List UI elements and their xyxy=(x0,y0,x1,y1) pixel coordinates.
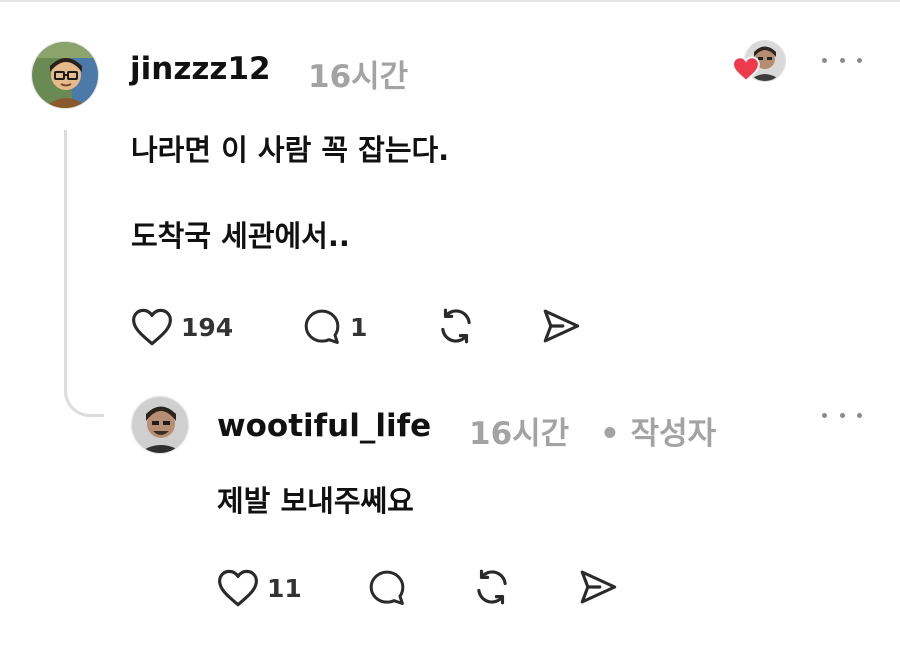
send-icon xyxy=(543,309,580,343)
comment-username[interactable]: jinzzz12 xyxy=(130,51,271,87)
thread-connector-line xyxy=(64,130,104,417)
more-dots-icon[interactable] xyxy=(822,50,862,70)
top-divider xyxy=(0,0,900,2)
reply-like-count: 11 xyxy=(267,573,302,603)
avatar-jinzzz12[interactable] xyxy=(31,41,99,109)
reply-count: 1 xyxy=(350,312,368,342)
speech-bubble-icon xyxy=(304,309,340,344)
repost-icon xyxy=(441,308,471,344)
comment-text-line-2: 도착국 세관에서.. xyxy=(131,219,350,253)
red-heart-icon xyxy=(732,56,760,82)
comment-text-line-1: 나라면 이 사람 꼭 잡는다. xyxy=(131,133,450,167)
liked-by-author-indicator xyxy=(732,40,786,82)
like-button[interactable]: 194 xyxy=(131,307,233,347)
like-count: 194 xyxy=(181,312,234,342)
reply-text: 제발 보내주쎄요 xyxy=(217,484,414,518)
reply-username[interactable]: wootiful_life xyxy=(217,408,431,444)
reply-button[interactable]: 1 xyxy=(302,307,367,347)
reply-more-dots-icon[interactable] xyxy=(822,405,862,425)
reply-timestamp: 16시간 xyxy=(469,416,570,452)
speech-bubble-icon xyxy=(369,570,405,605)
heart-outline-icon xyxy=(132,308,172,346)
send-icon xyxy=(580,570,617,604)
avatar-wootiful_life[interactable] xyxy=(131,396,189,454)
repost-icon xyxy=(477,569,507,605)
repost-button[interactable] xyxy=(435,305,477,347)
reply-share-button[interactable] xyxy=(577,566,619,608)
reply-reply-button[interactable] xyxy=(367,568,407,608)
comment-timestamp: 16시간 xyxy=(308,59,409,95)
reply-like-button[interactable]: 11 xyxy=(217,568,302,608)
author-badge: • 작성자 xyxy=(600,416,717,452)
share-button[interactable] xyxy=(540,305,582,347)
reply-repost-button[interactable] xyxy=(471,566,513,608)
heart-outline-icon xyxy=(218,569,258,607)
